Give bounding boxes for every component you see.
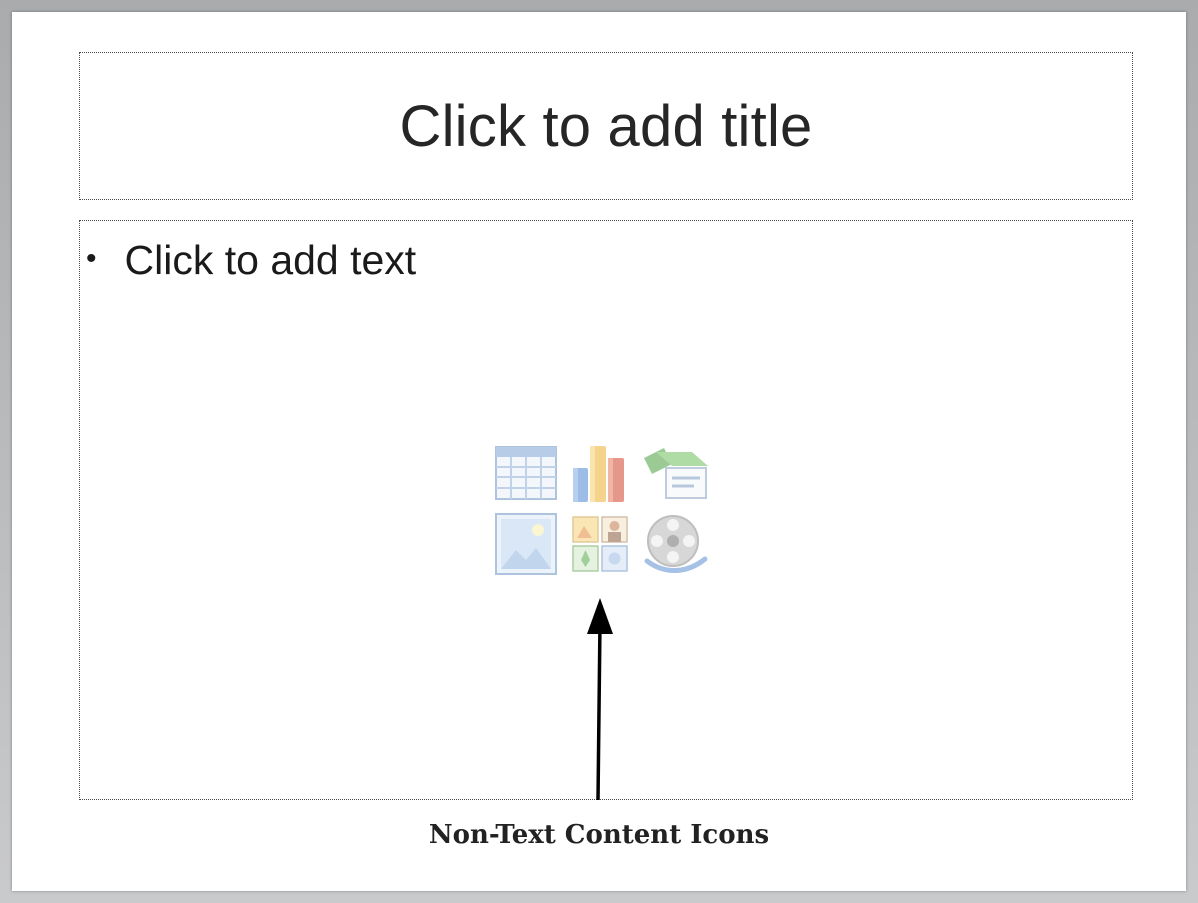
- insert-clip-art-icon[interactable]: [567, 511, 633, 577]
- bullet-line: • Click to add text: [86, 237, 416, 284]
- insert-smartart-icon[interactable]: [641, 441, 711, 505]
- insert-chart-icon[interactable]: [567, 441, 633, 505]
- insert-picture-icon[interactable]: [493, 511, 559, 577]
- content-icon-group: [493, 441, 715, 581]
- content-placeholder-text: Click to add text: [124, 237, 417, 283]
- bullet-marker: •: [86, 241, 97, 275]
- annotation-caption: Non-Text Content Icons: [428, 820, 770, 850]
- title-placeholder[interactable]: Click to add title: [79, 52, 1133, 200]
- slide-canvas: Click to add title • Click to add text N…: [12, 12, 1186, 891]
- title-placeholder-text: Click to add title: [399, 94, 813, 159]
- insert-table-icon[interactable]: [493, 441, 559, 505]
- content-placeholder[interactable]: • Click to add text: [79, 220, 1133, 800]
- slide-pane: Click to add title • Click to add text N…: [0, 0, 1198, 903]
- insert-media-clip-icon[interactable]: [641, 511, 711, 577]
